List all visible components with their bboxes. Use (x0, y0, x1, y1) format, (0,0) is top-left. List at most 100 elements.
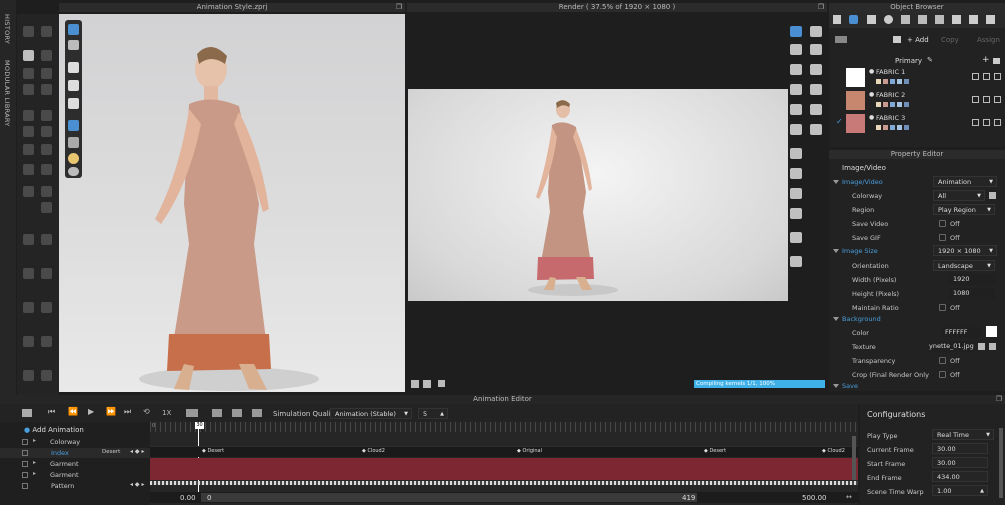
render-tool-7[interactable] (790, 84, 802, 95)
fabric-thumbnail[interactable] (846, 114, 865, 133)
prev-frame-icon[interactable]: ⏪ (68, 407, 78, 416)
tool-icon-19[interactable] (41, 202, 52, 213)
trim-icon[interactable] (935, 15, 944, 24)
fabric-delete-icon[interactable] (994, 96, 1001, 103)
image-video-select[interactable]: Animation ▼ (933, 176, 997, 187)
tool-icon-23[interactable] (41, 268, 52, 279)
render-tool-9[interactable] (790, 104, 802, 115)
capture-icon[interactable] (232, 409, 242, 417)
track-keyframe-controls-icon[interactable]: ◂ ◆ ▸ (130, 448, 144, 455)
list-icon[interactable] (833, 15, 841, 24)
keyframe-marker[interactable]: ◆ Original (517, 448, 542, 454)
keyframe-marker[interactable]: ◆ Cloud2 (362, 448, 385, 454)
history-tab[interactable]: HISTORY (3, 14, 11, 44)
height-input[interactable]: 1080 (949, 288, 995, 299)
render-tool-13[interactable] (790, 148, 802, 159)
render-tool-14[interactable] (790, 168, 802, 179)
render-tool-10[interactable] (810, 104, 822, 115)
tool-icon-14[interactable] (41, 144, 52, 155)
orientation-select[interactable]: Landscape ▼ (933, 260, 995, 271)
config-scrollbar[interactable] (999, 428, 1003, 498)
start-frame-input[interactable]: 30.00 (932, 457, 988, 468)
select-move-icon[interactable] (23, 50, 34, 61)
track-visibility-icon[interactable] (22, 483, 28, 489)
colorway-swatch[interactable] (904, 125, 909, 130)
person-icon[interactable] (68, 98, 79, 109)
maximize-icon[interactable]: ❐ (996, 395, 1002, 404)
tool-icon-21[interactable] (41, 234, 52, 245)
transparency-checkbox[interactable] (939, 357, 946, 364)
fabric-row[interactable]: ● FABRIC 1 (831, 66, 1005, 89)
tool-icon-2[interactable] (41, 26, 52, 37)
tool-icon-9[interactable] (23, 110, 34, 121)
fabric-add-icon[interactable] (972, 119, 979, 126)
save-group[interactable]: Save (833, 382, 858, 390)
save-gif-checkbox[interactable] (939, 234, 946, 241)
tool-icon-27[interactable] (41, 336, 52, 347)
export-icon[interactable] (252, 409, 262, 417)
track-visibility-icon[interactable] (22, 461, 28, 467)
colorway-option-icon[interactable] (989, 192, 996, 199)
texture-browse-icon[interactable] (978, 343, 985, 350)
tool-icon-28[interactable] (23, 370, 34, 381)
viewport-3d[interactable] (59, 14, 405, 392)
add-colorway-icon[interactable]: + (982, 55, 990, 65)
colorway-swatch[interactable] (897, 102, 902, 107)
fabric-row[interactable]: ✓ ● FABRIC 3 (831, 112, 1005, 135)
avatar-icon[interactable] (68, 80, 79, 91)
first-frame-icon[interactable]: ⏮ (48, 407, 55, 417)
range-start[interactable]: 0.00 (180, 494, 196, 502)
last-frame-icon[interactable]: ⏭ (124, 407, 131, 417)
track-expand-icon[interactable]: ▸ (33, 470, 36, 477)
render-image[interactable] (408, 89, 788, 301)
tool-icon-5[interactable] (23, 68, 34, 79)
tool-icon-22[interactable] (23, 268, 34, 279)
folder-icon[interactable] (893, 36, 901, 43)
colorway-swatch[interactable] (904, 79, 909, 84)
render-tool-4[interactable] (810, 44, 822, 55)
colorway-swatch[interactable] (883, 125, 888, 130)
timeline-ruler[interactable] (150, 422, 858, 432)
track-expand-icon[interactable]: ▸ (33, 459, 36, 466)
track-row[interactable]: ▸ Colorway (0, 437, 150, 447)
track-row[interactable]: Index Desert ◂ ◆ ▸ (0, 448, 150, 458)
tool-icon-25[interactable] (41, 302, 52, 313)
fabric-delete-icon[interactable] (994, 119, 1001, 126)
render-tool-2[interactable] (810, 26, 822, 37)
render-tool-11[interactable] (790, 124, 802, 135)
colorway-swatch[interactable] (883, 102, 888, 107)
tool-icon-29[interactable] (41, 370, 52, 381)
track-expand-icon[interactable]: ▸ (33, 437, 36, 444)
fabric-copy-icon[interactable] (983, 119, 990, 126)
modular-library-tab[interactable]: MODULAR LIBRARY (3, 60, 11, 127)
texture-folder-icon[interactable] (989, 343, 996, 350)
colorway-swatch[interactable] (890, 102, 895, 107)
add-animation-button[interactable]: ● Add Animation (24, 426, 84, 434)
tool-icon-12[interactable] (41, 126, 52, 137)
colorway-swatch[interactable] (890, 79, 895, 84)
fabric-copy-icon[interactable] (983, 96, 990, 103)
colorway-swatch[interactable] (876, 125, 881, 130)
region-select[interactable]: Play Region ▼ (933, 204, 995, 215)
texture-input[interactable]: ynette_01.jpg (929, 341, 975, 352)
fabric-add-icon[interactable] (972, 96, 979, 103)
tool-icon-1[interactable] (23, 26, 34, 37)
fabric-row[interactable]: ● FABRIC 2 (831, 89, 1005, 112)
expand-range-icon[interactable]: ↔ (846, 493, 852, 501)
render-tool-15[interactable] (790, 188, 802, 199)
colorway-swatch[interactable] (876, 79, 881, 84)
add-button[interactable]: + Add (907, 36, 929, 44)
garment-tab-icon[interactable] (952, 15, 961, 24)
colorway-select[interactable]: All ▼ (933, 190, 985, 201)
colorway-swatch[interactable] (904, 102, 909, 107)
edit-icon[interactable]: ✎ (927, 56, 933, 64)
texture-icon[interactable] (68, 120, 79, 131)
render-tool-8[interactable] (810, 84, 822, 95)
keyframe-icon[interactable] (186, 409, 198, 417)
colorway-name[interactable]: Primary (895, 57, 922, 65)
image-size-select[interactable]: 1920 × 1080 ▼ (933, 245, 997, 256)
track-keyframe-controls-icon[interactable]: ◂ ◆ ▸ (130, 481, 144, 488)
maintain-ratio-checkbox[interactable] (939, 304, 946, 311)
maximize-icon[interactable]: ❐ (396, 3, 402, 12)
tool-icon-24[interactable] (23, 302, 34, 313)
